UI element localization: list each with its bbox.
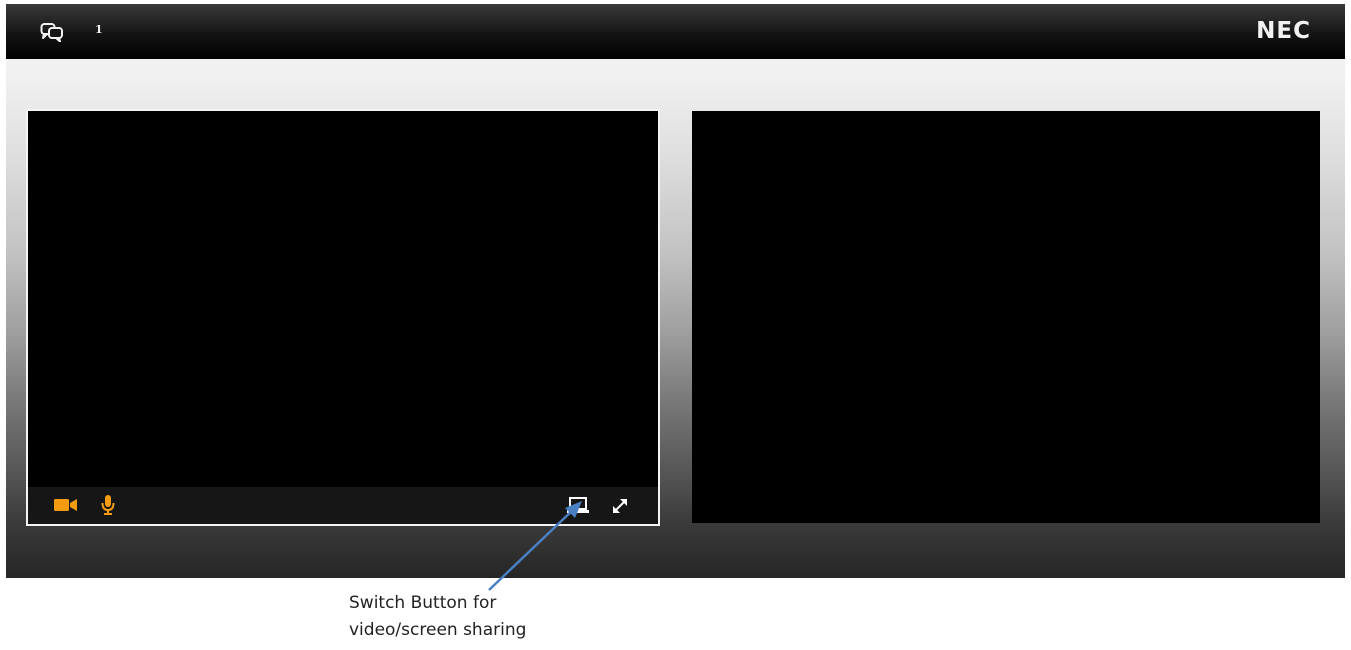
chat-bubbles-icon[interactable] [40, 20, 64, 42]
callout-text: Switch Button for video/screen sharing [349, 590, 526, 644]
screen-share-switch-icon[interactable] [566, 497, 590, 514]
video-controls-bar [28, 487, 658, 524]
video-camera-icon[interactable] [54, 498, 78, 512]
expand-icon[interactable] [610, 496, 630, 516]
top-bar: 1 NEC [6, 4, 1345, 59]
callout-line-2: video/screen sharing [349, 620, 527, 640]
callout-line-1: Switch Button for [349, 593, 497, 613]
video-call-window: 1 NEC [6, 4, 1345, 578]
local-video-tile[interactable] [26, 109, 660, 526]
remote-video-tile[interactable] [692, 111, 1320, 523]
brand-logo: NEC [1256, 18, 1311, 44]
chat-count: 1 [95, 23, 103, 36]
microphone-icon[interactable] [101, 495, 115, 515]
